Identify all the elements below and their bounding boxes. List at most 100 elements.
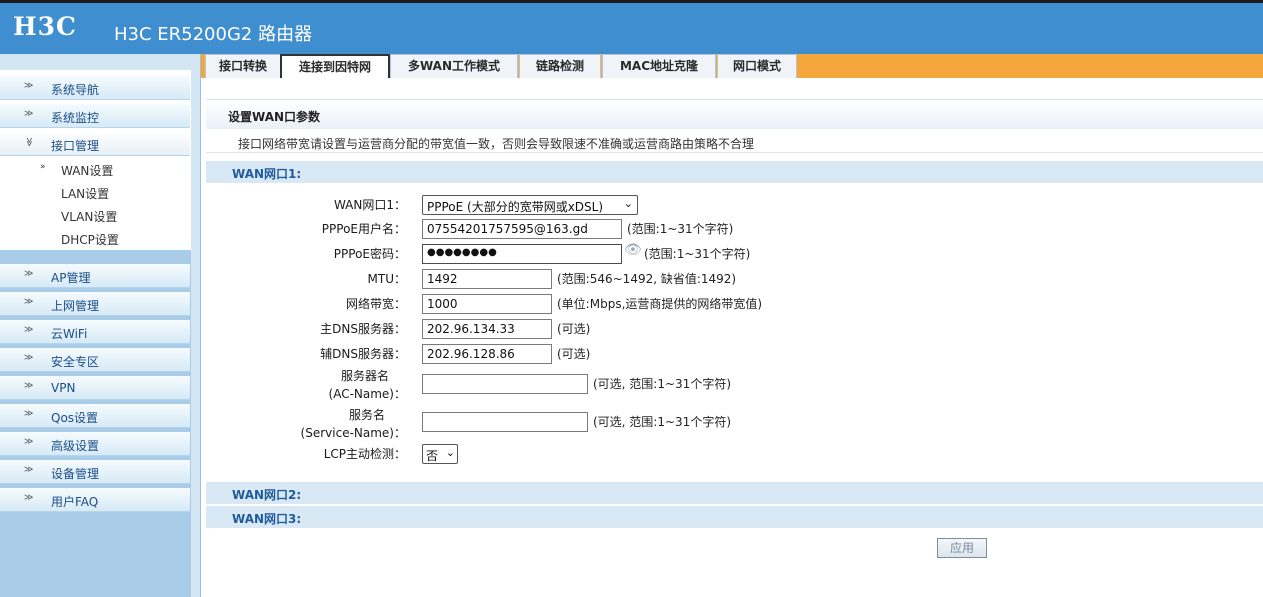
bandwidth-label: 网络带宽： (345, 297, 406, 311)
ac-name-input[interactable] (422, 374, 588, 394)
sidebar-item-ap-mgmt[interactable]: ≫ AP管理 (0, 264, 190, 288)
wan-mode-label: WAN网口1： (333, 198, 406, 212)
apply-button[interactable]: 应用 (937, 538, 987, 558)
group-label: WAN网口3: (232, 512, 302, 526)
sidebar-item-cloud-wifi[interactable]: ≫ 云WiFi (0, 320, 190, 344)
sidebar-item-interface-mgmt[interactable]: ≫ 接口管理 (0, 132, 190, 156)
primary-dns-hint: (可选) (557, 322, 591, 336)
pppoe-password-input[interactable]: ●●●●●●●● (422, 244, 622, 264)
group-label: WAN网口2: (232, 488, 302, 502)
mtu-label: MTU： (367, 272, 406, 286)
sidebar-subitem-label: VLAN设置 (61, 210, 118, 224)
sidebar-item-label: 接口管理 (51, 139, 100, 153)
wan-port-1-header[interactable]: WAN网口1: (206, 161, 1263, 183)
sidebar-item-label: 上网管理 (51, 299, 100, 313)
bandwidth-notice: 接口网络带宽请设置与运营商分配的带宽值一致，否则会导致限速不准确或运营商路由策略… (206, 131, 1263, 153)
expand-arrow-icon: ≫ (24, 493, 34, 503)
mtu-input[interactable] (422, 269, 552, 289)
device-model-title: H3C ER5200G2 路由器 (114, 24, 313, 45)
collapse-arrow-icon: ≫ (23, 137, 34, 147)
ac-name-label-line2: (AC-Name)： (328, 387, 406, 401)
pppoe-user-label: PPPoE用户名： (321, 222, 406, 236)
eye-icon[interactable]: 👁 (624, 242, 642, 258)
secondary-dns-input[interactable] (422, 344, 552, 364)
sidebar-item-advanced[interactable]: ≫ 高级设置 (0, 432, 190, 456)
sidebar-subitem-label: WAN设置 (61, 164, 114, 178)
sidebar-subitem-vlan[interactable]: VLAN设置 (0, 204, 190, 226)
expand-arrow-icon: ≫ (24, 297, 34, 307)
lcp-detect-selected: 否 (426, 449, 439, 463)
expand-arrow-icon: ≫ (24, 437, 34, 447)
tab-bar: 接口转换 连接到因特网 多WAN工作模式 链路检测 MAC地址克隆 网口模式 (201, 54, 1263, 78)
sidebar-item-label: VPN (51, 381, 76, 395)
sidebar-item-security[interactable]: ≫ 安全专区 (0, 348, 190, 372)
pppoe-username-input[interactable] (422, 219, 622, 239)
wan-mode-select[interactable]: PPPoE (大部分的宽带网或xDSL) ⌄ (422, 195, 638, 215)
sidebar-item-label: 系统导航 (51, 83, 100, 97)
primary-dns-input[interactable] (422, 319, 552, 339)
lcp-detect-select[interactable]: 否 ⌄ (422, 444, 458, 464)
group-label: WAN网口1: (232, 167, 302, 181)
ac-name-label-line1: 服务器名 (340, 369, 389, 383)
sidebar-item-qos[interactable]: ≫ Qos设置 (0, 404, 190, 428)
expand-arrow-icon: ≫ (24, 409, 34, 419)
primary-dns-label: 主DNS服务器： (320, 322, 406, 336)
section-title: 设置WAN口参数 (228, 110, 321, 124)
sidebar: ≫ 系统导航 ≫ 系统监控 ≫ 接口管理 » WAN设置 LAN设置 VLAN设… (0, 54, 201, 597)
sidebar-subitem-lan[interactable]: LAN设置 (0, 181, 190, 203)
chevron-down-icon: ⌄ (445, 446, 455, 459)
sidebar-item-label: 安全专区 (51, 355, 100, 369)
chevron-down-icon: ⌄ (623, 197, 633, 210)
tab-link-detection[interactable]: 链路检测 (519, 54, 601, 78)
tab-port-mode[interactable]: 网口模式 (717, 54, 797, 78)
wan-port-3-header[interactable]: WAN网口3: (206, 506, 1263, 528)
service-name-label-line1: 服务名 (348, 408, 385, 422)
lcp-detect-label: LCP主动检测： (323, 447, 406, 461)
sidebar-item-system-monitor[interactable]: ≫ 系统监控 (0, 104, 190, 128)
sidebar-item-system-nav[interactable]: ≫ 系统导航 (0, 76, 190, 100)
sidebar-item-vpn[interactable]: ≫ VPN (0, 376, 190, 400)
sidebar-item-user-faq[interactable]: ≫ 用户FAQ (0, 488, 190, 512)
sidebar-subitem-label: LAN设置 (61, 187, 110, 201)
selected-arrow-icon: » (40, 162, 46, 172)
mtu-hint: (范围:546~1492, 缺省值:1492) (557, 272, 737, 286)
sidebar-item-label: Qos设置 (51, 411, 99, 425)
tab-interface-switch[interactable]: 接口转换 (205, 54, 281, 78)
service-name-label-line2: (Service-Name)： (300, 426, 406, 440)
password-dots: ●●●●●●●● (427, 247, 497, 258)
sidebar-item-label: AP管理 (51, 271, 91, 285)
service-name-hint: (可选, 范围:1~31个字符) (593, 415, 731, 429)
bandwidth-input[interactable] (422, 294, 552, 314)
sidebar-subitem-label: DHCP设置 (61, 233, 119, 247)
sidebar-menu: ≫ 系统导航 ≫ 系统监控 ≫ 接口管理 » WAN设置 LAN设置 VLAN设… (0, 70, 191, 250)
tab-multi-wan-mode[interactable]: 多WAN工作模式 (390, 54, 518, 78)
pppoe-password-hint: (范围:1~31个字符) (644, 247, 751, 261)
secondary-dns-label: 辅DNS服务器： (320, 347, 406, 361)
sidebar-item-internet-mgmt[interactable]: ≫ 上网管理 (0, 292, 190, 316)
main-content: 设置WAN口参数 接口网络带宽请设置与运营商分配的带宽值一致，否则会导致限速不准… (206, 99, 1263, 597)
sidebar-item-device-mgmt[interactable]: ≫ 设备管理 (0, 460, 190, 484)
expand-arrow-icon: ≫ (24, 81, 34, 91)
expand-arrow-icon: ≫ (24, 381, 34, 391)
bandwidth-hint: (单位:Mbps,运营商提供的网络带宽值) (557, 297, 763, 311)
sidebar-item-label: 用户FAQ (51, 495, 99, 509)
sidebar-item-label: 云WiFi (51, 327, 88, 341)
service-name-input[interactable] (422, 412, 588, 432)
wan-mode-selected: PPPoE (大部分的宽带网或xDSL) (427, 200, 604, 214)
notice-text: 接口网络带宽请设置与运营商分配的带宽值一致，否则会导致限速不准确或运营商路由策略… (238, 137, 755, 151)
sidebar-item-label: 系统监控 (51, 111, 100, 125)
sidebar-subitem-dhcp[interactable]: DHCP设置 (0, 227, 190, 249)
tab-connect-internet[interactable]: 连接到因特网 (280, 54, 390, 78)
wan-port-2-header[interactable]: WAN网口2: (206, 482, 1263, 504)
tab-mac-clone[interactable]: MAC地址克隆 (602, 54, 716, 78)
pppoe-user-hint: (范围:1~31个字符) (627, 222, 734, 236)
section-header: 设置WAN口参数 (206, 99, 1263, 129)
expand-arrow-icon: ≫ (24, 269, 34, 279)
pppoe-password-label: PPPoE密码： (333, 247, 406, 261)
sidebar-subitem-wan[interactable]: » WAN设置 (0, 158, 190, 180)
ac-name-hint: (可选, 范围:1~31个字符) (593, 377, 731, 391)
h3c-logo: H3C (13, 12, 77, 41)
sidebar-item-label: 设备管理 (51, 467, 100, 481)
expand-arrow-icon: ≫ (24, 465, 34, 475)
top-header: H3C H3C ER5200G2 路由器 (0, 0, 1263, 54)
